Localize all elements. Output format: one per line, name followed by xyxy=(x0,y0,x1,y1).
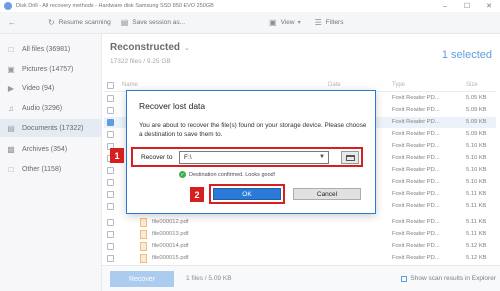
browse-folder-button[interactable] xyxy=(341,151,359,164)
dialog-title: Recover lost data xyxy=(139,101,206,111)
cancel-button[interactable]: Cancel xyxy=(293,188,361,200)
step-badge-1: 1 xyxy=(110,148,124,163)
dialog-message: You are about to recover the file(s) fou… xyxy=(139,122,367,138)
destination-value: F:\ xyxy=(184,154,192,161)
recover-dialog: Recover lost data You are about to recov… xyxy=(126,90,376,214)
ok-button-highlight: OK xyxy=(209,184,285,204)
checkmark-icon: ✓ xyxy=(179,171,186,178)
ok-button[interactable]: OK xyxy=(213,188,281,200)
chevron-down-icon: ▼ xyxy=(319,154,325,160)
confirmation-text: Destination confirmed. Looks good! xyxy=(189,171,276,178)
step-badge-2: 2 xyxy=(190,187,204,202)
recover-to-label: Recover to xyxy=(141,154,173,161)
destination-confirmation: ✓ Destination confirmed. Looks good! xyxy=(179,171,275,178)
folder-icon xyxy=(345,154,355,161)
destination-select[interactable]: F:\ ▼ xyxy=(179,151,329,164)
recover-to-row-highlight: Recover to F:\ ▼ xyxy=(131,147,363,167)
